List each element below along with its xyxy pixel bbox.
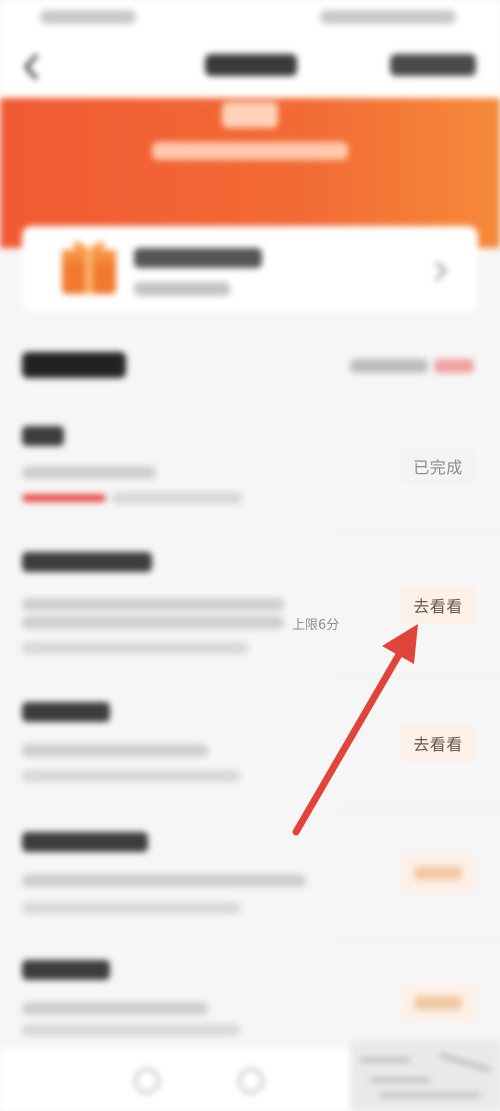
card-title bbox=[134, 248, 262, 268]
task-2-meta bbox=[22, 642, 248, 654]
task-5-meta bbox=[22, 1024, 240, 1036]
task-1-progress bbox=[22, 494, 106, 502]
limit-note: 上限6分 bbox=[292, 618, 340, 633]
banner-subtitle bbox=[152, 142, 348, 160]
status-left bbox=[40, 10, 136, 24]
tab-icon-1[interactable] bbox=[134, 1068, 160, 1094]
chevron-right-icon bbox=[434, 260, 448, 282]
task-5-title bbox=[22, 960, 110, 980]
task-4-button[interactable] bbox=[400, 854, 476, 892]
task-4-desc bbox=[22, 874, 306, 887]
watermark bbox=[350, 1040, 500, 1111]
go-look-button-2[interactable]: 去看看 bbox=[400, 724, 476, 762]
task-list-summary bbox=[350, 359, 428, 373]
status-right bbox=[320, 10, 456, 24]
task-1-title bbox=[22, 426, 64, 446]
divider bbox=[340, 808, 500, 809]
gift-icon bbox=[60, 234, 118, 296]
points-score bbox=[222, 102, 278, 128]
go-look-button[interactable]: 去看看 bbox=[400, 586, 476, 624]
divider bbox=[340, 532, 500, 533]
task-2-title bbox=[22, 552, 152, 572]
task-2-desc-line2 bbox=[22, 616, 284, 629]
divider bbox=[340, 676, 500, 677]
task-list-highlight bbox=[434, 359, 474, 373]
task-1-desc bbox=[22, 466, 156, 479]
task-2-desc bbox=[22, 598, 284, 611]
task-5-button[interactable] bbox=[400, 984, 476, 1022]
chevron-left-icon[interactable] bbox=[20, 52, 44, 82]
task-1-meta bbox=[112, 492, 242, 504]
task-3-desc bbox=[22, 744, 208, 757]
completed-button[interactable]: 已完成 bbox=[400, 448, 476, 484]
nav-right-link[interactable] bbox=[390, 54, 476, 76]
gift-card[interactable] bbox=[22, 226, 478, 312]
task-4-meta bbox=[22, 902, 240, 914]
task-3-meta bbox=[22, 770, 240, 782]
tab-icon-2[interactable] bbox=[238, 1068, 264, 1094]
nav-bar bbox=[0, 36, 500, 98]
task-5-desc bbox=[22, 1002, 208, 1015]
card-subtitle bbox=[134, 282, 230, 296]
task-3-title bbox=[22, 702, 110, 722]
task-4-title bbox=[22, 832, 148, 852]
status-bar bbox=[0, 0, 500, 36]
divider bbox=[340, 940, 500, 941]
page-title bbox=[205, 54, 297, 76]
task-list-heading bbox=[22, 352, 126, 378]
